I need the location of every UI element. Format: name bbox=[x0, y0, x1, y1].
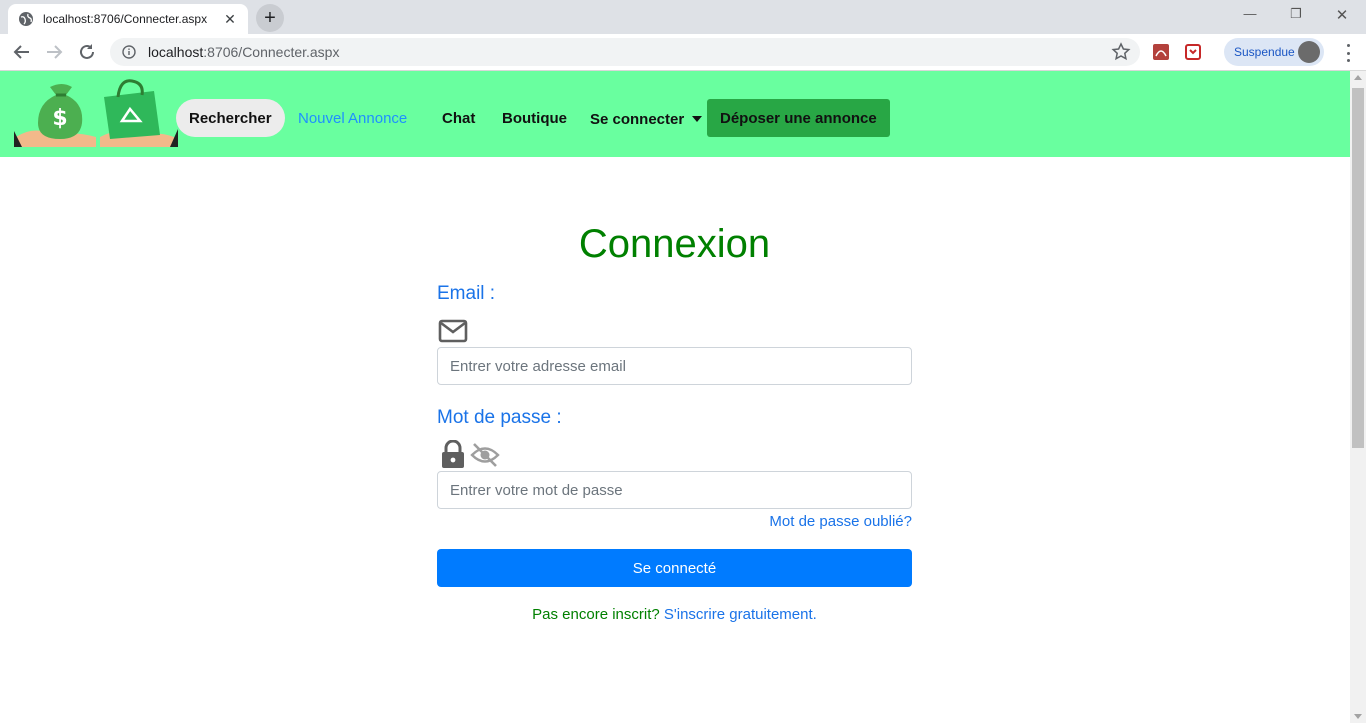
page-viewport: $ Rechercher Nouvel Annonce Chat Boutiqu… bbox=[0, 71, 1350, 723]
page-scrollbar[interactable] bbox=[1350, 71, 1366, 723]
window-close-icon[interactable]: ✕ bbox=[1320, 6, 1364, 24]
avatar bbox=[1298, 41, 1320, 63]
password-label: Mot de passe : bbox=[437, 407, 562, 428]
tab-title: localhost:8706/Connecter.aspx bbox=[43, 12, 208, 26]
deposer-annonce-button[interactable]: Déposer une annonce bbox=[707, 99, 890, 137]
scrollbar-thumb[interactable] bbox=[1352, 88, 1364, 448]
email-field[interactable] bbox=[437, 347, 912, 385]
minimize-icon[interactable]: — bbox=[1228, 6, 1272, 21]
back-icon[interactable] bbox=[10, 40, 34, 64]
site-logo[interactable]: $ bbox=[14, 77, 178, 151]
eye-slash-icon[interactable] bbox=[470, 442, 500, 468]
nav-nouvel-annonce[interactable]: Nouvel Annonce bbox=[298, 99, 407, 137]
nav-se-connecter-dropdown[interactable]: Se connecter bbox=[590, 100, 703, 138]
login-submit-button[interactable]: Se connecté bbox=[437, 549, 912, 587]
pdf-extension-icon[interactable] bbox=[1151, 42, 1171, 62]
url-text: localhost:8706/Connecter.aspx bbox=[148, 44, 340, 60]
tab-close-icon[interactable]: ✕ bbox=[222, 11, 238, 28]
globe-icon bbox=[19, 12, 33, 26]
caret-down-icon bbox=[692, 116, 703, 122]
info-icon[interactable] bbox=[122, 45, 136, 59]
browser-tab-bar: localhost:8706/Connecter.aspx ✕ + — ❐ ✕ bbox=[0, 0, 1366, 34]
restore-icon[interactable]: ❐ bbox=[1274, 6, 1318, 22]
page-title: Connexion bbox=[578, 222, 771, 266]
email-label: Email : bbox=[437, 283, 496, 304]
menu-icon[interactable] bbox=[1340, 44, 1356, 62]
password-field[interactable] bbox=[437, 471, 912, 509]
pocket-extension-icon[interactable] bbox=[1183, 42, 1203, 62]
new-tab-button[interactable]: + bbox=[256, 4, 284, 32]
reload-icon[interactable] bbox=[75, 40, 99, 64]
mail-icon bbox=[438, 319, 468, 343]
nav-boutique[interactable]: Boutique bbox=[502, 99, 567, 137]
scroll-down-icon[interactable] bbox=[1354, 714, 1362, 719]
profile-button[interactable]: Suspendue bbox=[1224, 38, 1324, 66]
nav-chat[interactable]: Chat bbox=[442, 99, 475, 137]
signup-link[interactable]: S'inscrire gratuitement. bbox=[664, 606, 817, 623]
forgot-password-link[interactable]: Mot de passe oublié? bbox=[769, 513, 912, 530]
scroll-up-icon[interactable] bbox=[1354, 75, 1362, 80]
browser-tab[interactable]: localhost:8706/Connecter.aspx ✕ bbox=[8, 4, 248, 34]
signup-prompt: Pas encore inscrit? S'inscrire gratuitem… bbox=[532, 606, 817, 623]
lock-icon bbox=[442, 440, 464, 468]
site-navbar: $ Rechercher Nouvel Annonce Chat Boutiqu… bbox=[0, 71, 1350, 157]
bookmark-star-icon[interactable] bbox=[1111, 42, 1131, 62]
address-bar[interactable]: localhost:8706/Connecter.aspx bbox=[110, 38, 1140, 66]
browser-toolbar: localhost:8706/Connecter.aspx Suspendue bbox=[0, 34, 1366, 71]
forward-icon[interactable] bbox=[42, 40, 66, 64]
svg-text:$: $ bbox=[52, 106, 67, 131]
nav-rechercher[interactable]: Rechercher bbox=[176, 99, 285, 137]
